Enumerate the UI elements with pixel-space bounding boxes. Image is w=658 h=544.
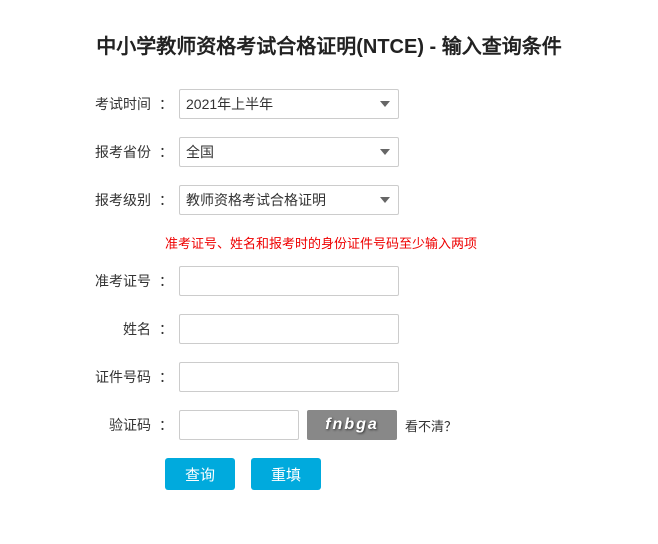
error-message: 准考证号、姓名和报考时的身份证件号码至少输入两项 xyxy=(165,233,589,252)
id-colon: ： xyxy=(159,367,173,387)
name-input[interactable] xyxy=(179,314,399,344)
form-container: 考试时间 ： 2021年上半年 2020年下半年 2020年上半年 报考省份 ：… xyxy=(69,89,589,490)
province-colon: ： xyxy=(159,142,173,162)
province-control: 全国 北京 上海 广东 xyxy=(179,137,589,167)
name-colon: ： xyxy=(159,319,173,339)
ticket-input[interactable] xyxy=(179,266,399,296)
province-row: 报考省份 ： 全国 北京 上海 广东 xyxy=(69,137,589,167)
query-button[interactable]: 查询 xyxy=(165,458,235,490)
button-row: 查询 重填 xyxy=(165,458,589,490)
province-select[interactable]: 全国 北京 上海 广东 xyxy=(179,137,399,167)
exam-time-label: 考试时间 xyxy=(69,94,159,114)
ticket-colon: ： xyxy=(159,271,173,291)
level-label: 报考级别 xyxy=(69,190,159,210)
ticket-row: 准考证号 ： xyxy=(69,266,589,296)
province-label: 报考省份 xyxy=(69,142,159,162)
captcha-image[interactable]: fnbga xyxy=(307,410,397,440)
captcha-input[interactable] xyxy=(179,410,299,440)
captcha-refresh-link[interactable]: 看不清？ xyxy=(405,416,457,435)
exam-time-select[interactable]: 2021年上半年 2020年下半年 2020年上半年 xyxy=(179,89,399,119)
captcha-colon: ： xyxy=(159,415,173,435)
ticket-control xyxy=(179,266,589,296)
exam-time-row: 考试时间 ： 2021年上半年 2020年下半年 2020年上半年 xyxy=(69,89,589,119)
id-input[interactable] xyxy=(179,362,399,392)
level-select[interactable]: 教师资格考试合格证明 幼儿园 小学 初中 xyxy=(179,185,399,215)
captcha-label: 验证码 xyxy=(69,415,159,435)
ticket-label: 准考证号 xyxy=(69,271,159,291)
id-label: 证件号码 xyxy=(69,367,159,387)
page-wrapper: 中小学教师资格考试合格证明(NTCE) - 输入查询条件 考试时间 ： 2021… xyxy=(0,0,658,544)
captcha-row: 验证码 ： fnbga 看不清？ xyxy=(69,410,589,440)
exam-time-colon: ： xyxy=(159,94,173,114)
level-control: 教师资格考试合格证明 幼儿园 小学 初中 xyxy=(179,185,589,215)
level-row: 报考级别 ： 教师资格考试合格证明 幼儿园 小学 初中 xyxy=(69,185,589,215)
name-row: 姓名 ： xyxy=(69,314,589,344)
id-row: 证件号码 ： xyxy=(69,362,589,392)
page-title: 中小学教师资格考试合格证明(NTCE) - 输入查询条件 xyxy=(30,20,628,59)
id-control xyxy=(179,362,589,392)
exam-time-control: 2021年上半年 2020年下半年 2020年上半年 xyxy=(179,89,589,119)
name-control xyxy=(179,314,589,344)
name-label: 姓名 xyxy=(69,319,159,339)
reset-button[interactable]: 重填 xyxy=(251,458,321,490)
level-colon: ： xyxy=(159,190,173,210)
